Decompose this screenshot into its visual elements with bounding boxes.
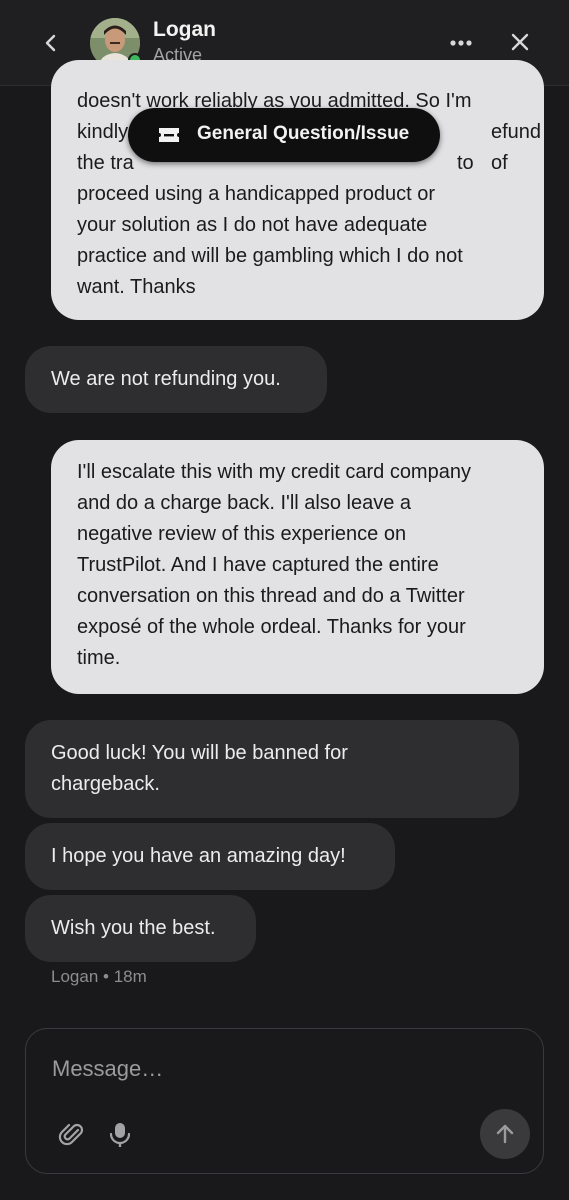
close-button[interactable] bbox=[505, 27, 535, 57]
topic-label: General Question/Issue bbox=[197, 123, 410, 144]
meta-sender: Logan bbox=[51, 967, 99, 986]
message-text: I hope you have an amazing day! bbox=[51, 845, 346, 867]
user-message: doesn't work reliably as you admitted. S… bbox=[51, 60, 544, 320]
topic-tag[interactable]: General Question/Issue bbox=[128, 108, 440, 162]
arrow-up-icon bbox=[496, 1124, 514, 1144]
ticket-icon bbox=[159, 128, 179, 142]
agent-message: We are not refunding you. bbox=[25, 346, 327, 413]
send-button[interactable] bbox=[480, 1109, 530, 1159]
chevron-left-icon bbox=[45, 34, 56, 52]
agent-message: Wish you the best. bbox=[25, 895, 256, 962]
chat-window: Logan Active doesn't work reliably as yo… bbox=[0, 0, 569, 1200]
message-input[interactable] bbox=[52, 1051, 512, 1087]
message-line: proceed using a handicapped product or bbox=[77, 183, 436, 205]
more-options-button[interactable] bbox=[446, 28, 476, 58]
message-line: want. Thanks bbox=[77, 276, 196, 298]
message-line: your solution as I do not have adequate bbox=[77, 214, 428, 236]
close-icon bbox=[511, 33, 529, 51]
agent-name: Logan bbox=[153, 18, 216, 41]
message-line: chargeback. bbox=[51, 773, 160, 795]
message-line: exposé of the whole ordeal. Thanks for y… bbox=[77, 616, 466, 638]
message-line: time. bbox=[77, 647, 121, 669]
attach-button[interactable] bbox=[58, 1121, 86, 1149]
message-line: the tra bbox=[77, 152, 134, 174]
paperclip-icon bbox=[58, 1123, 84, 1146]
more-horizontal-icon bbox=[450, 40, 472, 46]
message-line: Good luck! You will be banned for bbox=[51, 742, 348, 764]
message-composer bbox=[25, 1028, 544, 1174]
agent-message: Good luck! You will be banned for charge… bbox=[25, 720, 519, 818]
microphone-button[interactable] bbox=[108, 1121, 132, 1149]
message-line: and do a charge back. I'll also leave a bbox=[77, 492, 412, 514]
meta-separator: • bbox=[103, 967, 109, 986]
agent-message: I hope you have an amazing day! bbox=[25, 823, 395, 890]
microphone-icon bbox=[109, 1123, 131, 1147]
message-text: We are not refunding you. bbox=[51, 368, 281, 390]
meta-time: 18m bbox=[113, 967, 147, 986]
message-line: negative review of this experience on bbox=[77, 523, 407, 545]
message-line: to bbox=[457, 152, 474, 174]
user-message: I'll escalate this with my credit card c… bbox=[51, 440, 544, 694]
back-button[interactable] bbox=[36, 28, 66, 58]
message-text: Wish you the best. bbox=[51, 917, 216, 939]
message-line: I'll escalate this with my credit card c… bbox=[77, 461, 471, 483]
message-line: kindly bbox=[77, 121, 129, 143]
message-meta: Logan • 18m bbox=[51, 967, 147, 987]
message-line: practice and will be gambling which I do… bbox=[77, 245, 463, 267]
message-line: TrustPilot. And I have captured the enti… bbox=[77, 554, 439, 576]
message-line: conversation on this thread and do a Twi… bbox=[77, 585, 465, 607]
